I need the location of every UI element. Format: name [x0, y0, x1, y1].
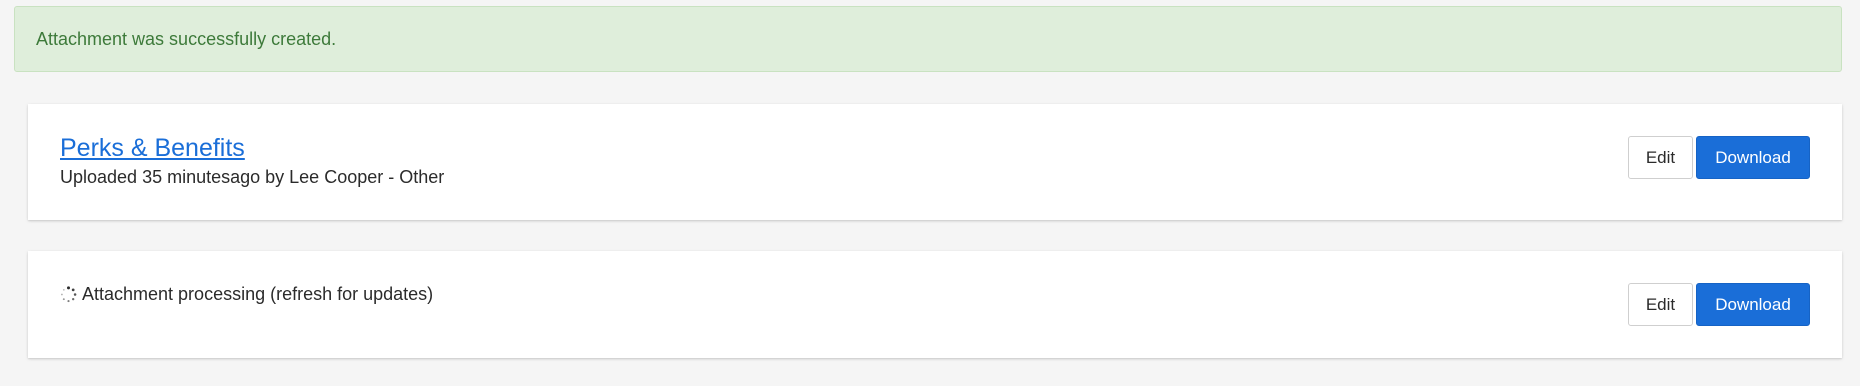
edit-button[interactable]: Edit [1628, 283, 1693, 326]
attachment-meta: Uploaded 35 minutesago by Lee Cooper - O… [60, 167, 445, 187]
attachment-card-processing: Attachment processing (refresh for updat… [28, 251, 1842, 358]
spinner-icon [60, 286, 77, 303]
attachment-title-link[interactable]: Perks & Benefits [60, 134, 245, 163]
processing-status-text: Attachment processing (refresh for updat… [82, 284, 434, 304]
attachment-actions: Edit Download [1628, 136, 1810, 179]
edit-button[interactable]: Edit [1628, 136, 1693, 179]
success-alert-message: Attachment was successfully created. [36, 28, 337, 49]
attachment-actions: Edit Download [1628, 283, 1810, 326]
download-button[interactable]: Download [1696, 283, 1810, 326]
attachment-card: Perks & Benefits Uploaded 35 minutesago … [28, 104, 1842, 220]
success-alert: Attachment was successfully created. [14, 6, 1842, 72]
download-button[interactable]: Download [1696, 136, 1810, 179]
processing-status: Attachment processing (refresh for updat… [60, 284, 433, 305]
